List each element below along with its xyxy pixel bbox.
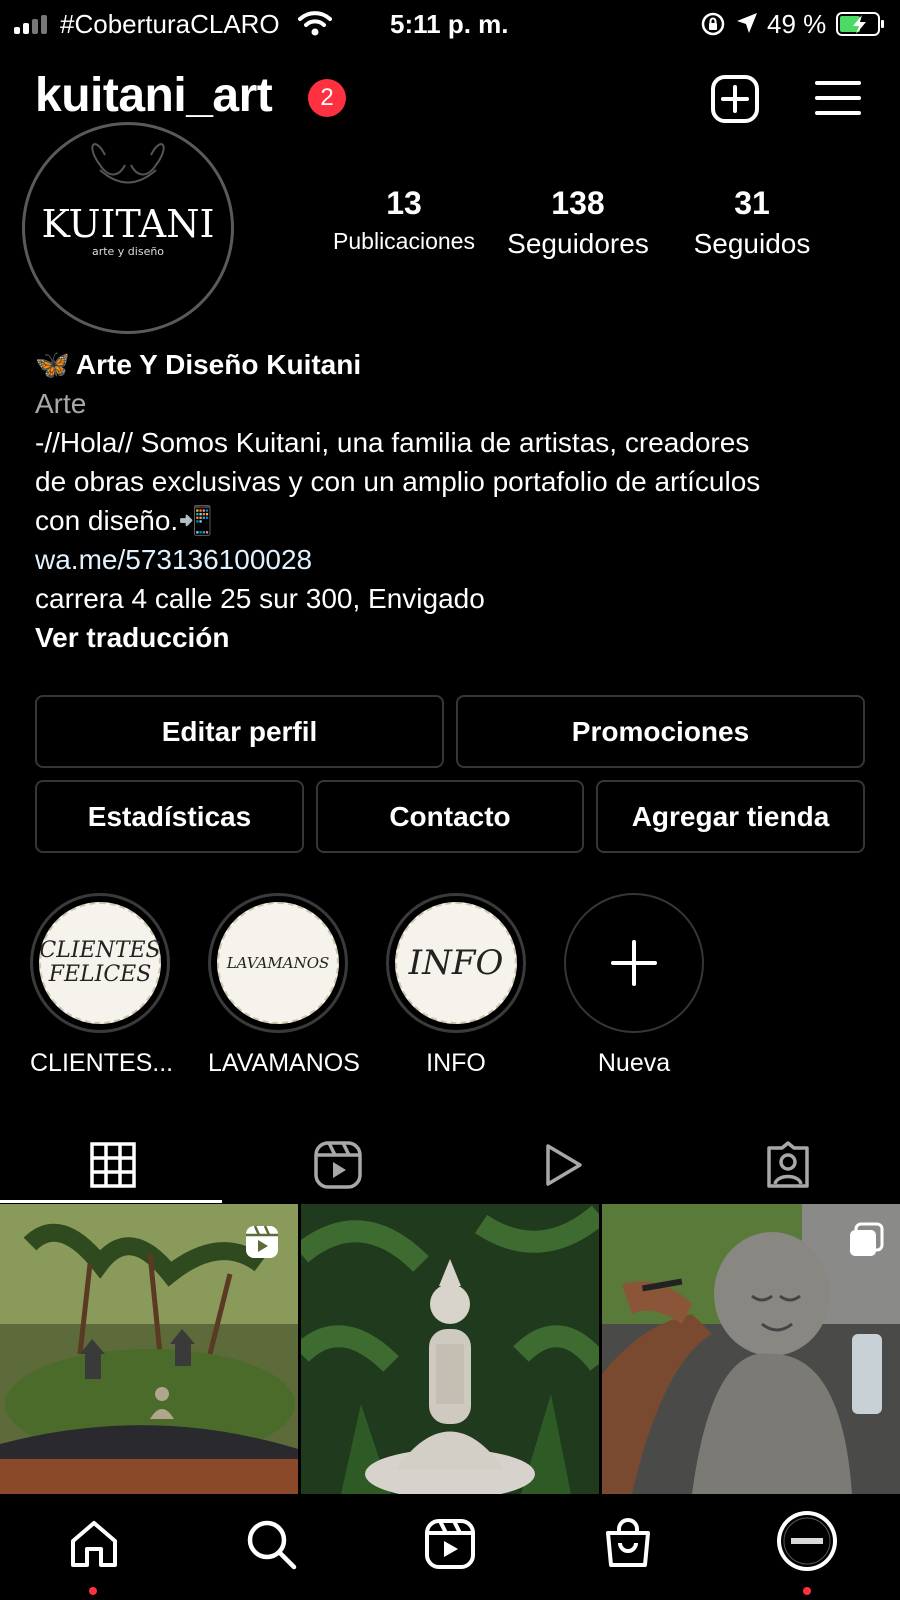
plus-icon bbox=[611, 940, 657, 986]
profile-category: Arte bbox=[35, 388, 87, 419]
stat-following[interactable]: 31 Seguidos bbox=[668, 185, 836, 260]
search-icon bbox=[247, 1520, 297, 1570]
edit-profile-button[interactable]: Editar perfil bbox=[35, 695, 444, 768]
profile-name: 🦋 Arte Y Diseño Kuitani bbox=[35, 345, 875, 384]
menu-icon[interactable] bbox=[815, 78, 861, 118]
grid-icon bbox=[89, 1142, 136, 1188]
bio-line-1: -//Hola// Somos Kuitani, una familia de … bbox=[35, 427, 750, 458]
stat-followers[interactable]: 138 Seguidores bbox=[494, 185, 662, 260]
avatar-title: KUITANI bbox=[41, 202, 214, 246]
tab-reels[interactable] bbox=[225, 1128, 450, 1202]
highlight-ring: INFO bbox=[386, 893, 526, 1033]
reels-icon bbox=[313, 1141, 362, 1189]
highlight-label: LAVAMANOS bbox=[208, 1049, 360, 1077]
stat-posts[interactable]: 13 Publicaciones bbox=[320, 185, 488, 255]
rotation-lock-icon bbox=[701, 12, 725, 36]
promotions-button[interactable]: Promociones bbox=[456, 695, 865, 768]
nav-search[interactable] bbox=[241, 1514, 301, 1574]
highlight-cover-text: LAVAMANOS bbox=[226, 954, 330, 972]
battery-percent: 49 % bbox=[767, 9, 827, 39]
wifi-icon bbox=[298, 11, 332, 36]
new-post-icon[interactable] bbox=[710, 74, 760, 124]
grid-post-3[interactable] bbox=[602, 1204, 900, 1494]
highlight-label: CLIENTES... bbox=[30, 1049, 174, 1077]
nav-shop[interactable] bbox=[598, 1514, 658, 1574]
stat-followers-value: 138 bbox=[551, 185, 605, 221]
highlight-cover-text: FELICES bbox=[48, 962, 152, 987]
home-icon bbox=[71, 1521, 117, 1567]
contact-button[interactable]: Contacto bbox=[316, 780, 584, 853]
reel-badge-icon bbox=[246, 1225, 278, 1258]
highlight-lavamanos[interactable]: LAVAMANOS LAVAMANOS bbox=[208, 893, 360, 1078]
highlight-ring: CLIENTES FELICES bbox=[30, 893, 170, 1033]
insights-button[interactable]: Estadísticas bbox=[35, 780, 304, 853]
see-translation-link[interactable]: Ver traducción bbox=[35, 618, 875, 657]
status-time: 5:11 p. m. bbox=[390, 9, 509, 39]
stat-posts-label: Publicaciones bbox=[333, 228, 475, 254]
highlight-label: INFO bbox=[426, 1049, 486, 1077]
grid-post-2[interactable] bbox=[301, 1204, 599, 1494]
carousel-badge-icon bbox=[850, 1222, 884, 1256]
avatar-subtitle: arte y diseño bbox=[92, 245, 164, 258]
profile-notification-dot bbox=[803, 1587, 811, 1595]
highlight-ring: LAVAMANOS bbox=[208, 893, 348, 1033]
location-arrow-icon bbox=[737, 13, 757, 33]
bio-line-3: con diseño.📲 bbox=[35, 505, 214, 536]
profile-avatar bbox=[777, 1511, 837, 1571]
add-shop-button[interactable]: Agregar tienda bbox=[596, 780, 865, 853]
nav-profile[interactable] bbox=[775, 1509, 839, 1573]
highlight-cover: LAVAMANOS bbox=[217, 902, 339, 1024]
highlight-label: Nueva bbox=[597, 1049, 671, 1077]
highlight-new[interactable]: Nueva bbox=[564, 893, 704, 1078]
profile-avatar[interactable]: KUITANI arte y diseño bbox=[22, 122, 234, 334]
profile-tabs bbox=[0, 1128, 900, 1204]
notification-badge[interactable]: 2 bbox=[308, 79, 346, 117]
tab-videos[interactable] bbox=[450, 1128, 675, 1202]
highlight-cover-text: INFO bbox=[408, 943, 504, 983]
home-notification-dot bbox=[89, 1587, 97, 1595]
tab-grid[interactable] bbox=[0, 1128, 225, 1202]
post-image bbox=[301, 1204, 599, 1494]
carrier-name: #CoberturaCLARO bbox=[60, 9, 280, 39]
highlight-info[interactable]: INFO INFO bbox=[386, 893, 526, 1078]
stat-following-label: Seguidos bbox=[693, 228, 811, 259]
bottom-nav bbox=[0, 1494, 900, 1600]
nav-reels[interactable] bbox=[420, 1514, 480, 1574]
nav-home[interactable] bbox=[64, 1514, 124, 1574]
profile-name-text: Arte Y Diseño Kuitani bbox=[75, 349, 362, 380]
stat-followers-label: Seguidores bbox=[507, 228, 649, 259]
highlight-new-ring bbox=[564, 893, 704, 1033]
reels-icon bbox=[425, 1519, 475, 1569]
status-bar: #CoberturaCLARO 5:11 p. m. 49 % bbox=[0, 0, 900, 46]
tab-tagged[interactable] bbox=[675, 1128, 900, 1202]
highlight-clientes[interactable]: CLIENTES FELICES CLIENTES... bbox=[30, 893, 174, 1078]
stat-posts-value: 13 bbox=[386, 185, 422, 221]
grid-post-1[interactable] bbox=[0, 1204, 298, 1494]
butterfly-icon: 🦋 bbox=[35, 349, 70, 380]
username-switcher[interactable]: kuitani_art bbox=[35, 68, 273, 123]
highlight-cover-text: CLIENTES bbox=[39, 938, 161, 963]
tagged-icon bbox=[766, 1141, 809, 1188]
bio-link[interactable]: wa.me/573136100028 bbox=[35, 540, 875, 579]
profile-bio: 🦋 Arte Y Diseño Kuitani Arte -//Hola// S… bbox=[35, 345, 875, 657]
battery-icon bbox=[836, 12, 884, 36]
avatar-logo: KUITANI arte y diseño bbox=[41, 143, 215, 258]
stat-following-value: 31 bbox=[734, 185, 770, 221]
highlight-cover: CLIENTES FELICES bbox=[39, 902, 161, 1024]
bio-address[interactable]: carrera 4 calle 25 sur 300, Envigado bbox=[35, 579, 875, 618]
video-icon bbox=[545, 1144, 582, 1186]
posts-grid bbox=[0, 1204, 900, 1494]
shop-icon bbox=[606, 1518, 650, 1567]
signal-icon bbox=[14, 14, 50, 34]
bio-line-2: de obras exclusivas y con un amplio port… bbox=[35, 466, 761, 497]
active-tab-indicator bbox=[0, 1200, 222, 1203]
highlight-cover: INFO bbox=[395, 902, 517, 1024]
